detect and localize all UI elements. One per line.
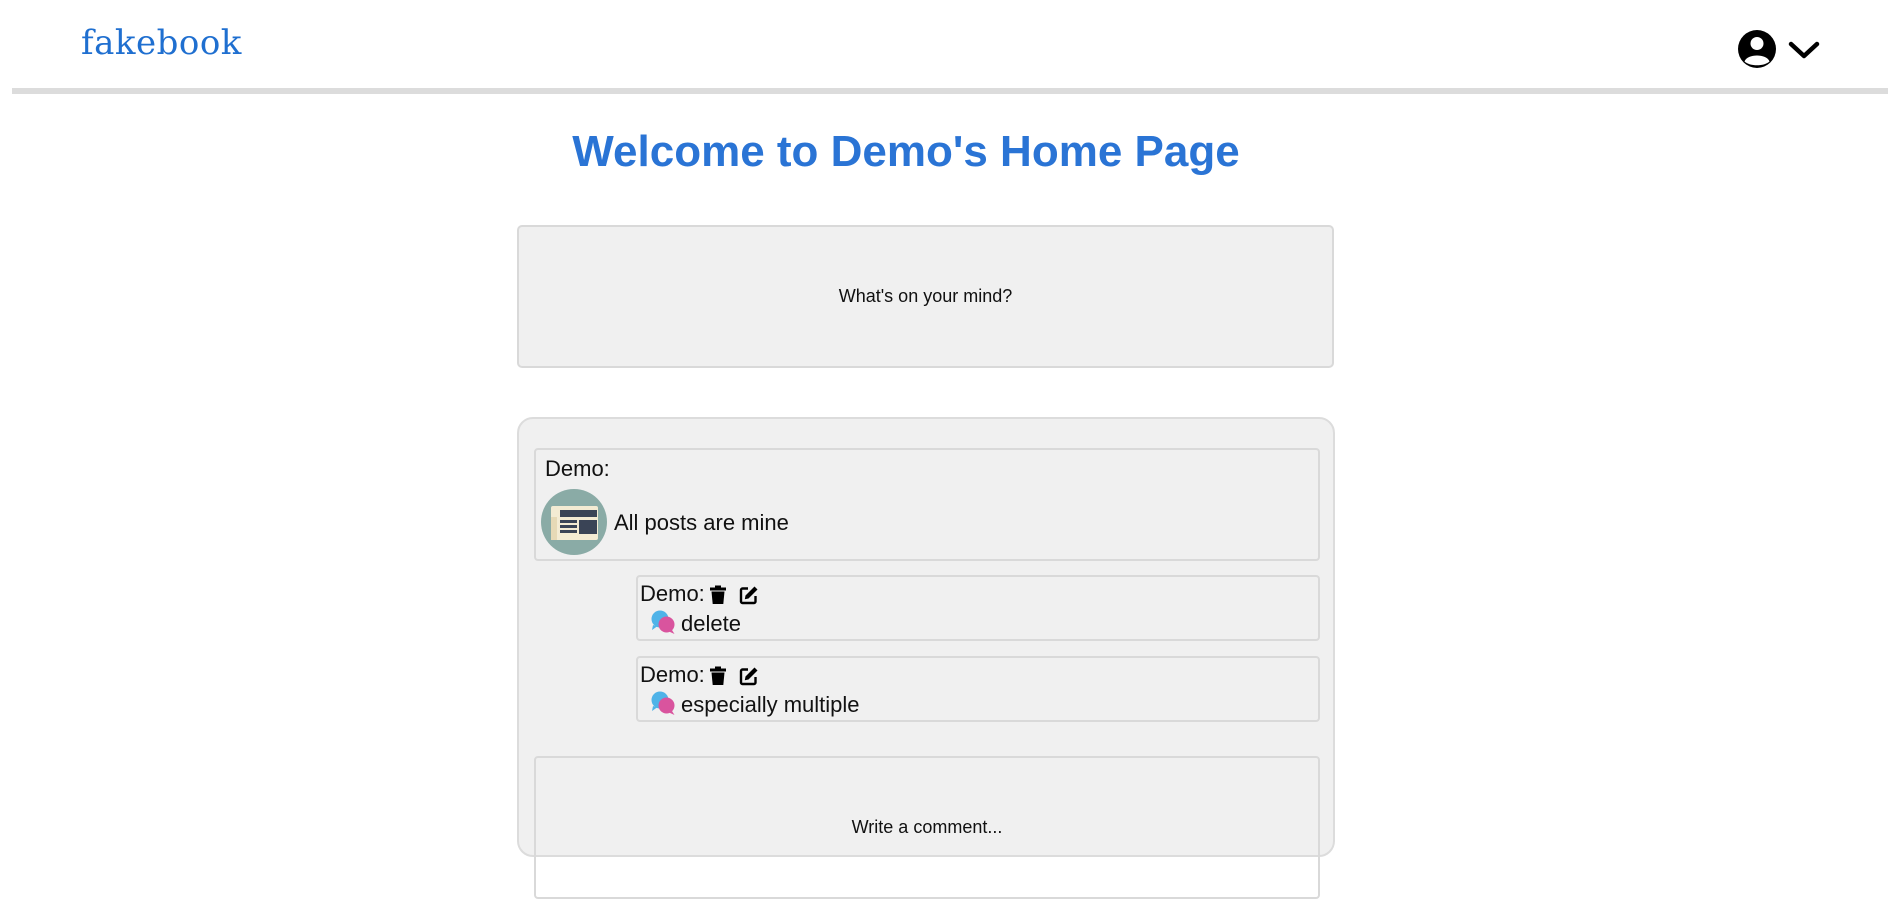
post-author: Demo: [545,456,610,481]
post-body: All posts are mine [614,510,789,535]
trash-icon[interactable] [708,666,728,686]
comment-text: delete [681,611,741,636]
trash-icon[interactable] [708,585,728,605]
comment: Demo: delete [636,575,1320,641]
user-circle-icon [1738,30,1776,68]
edit-icon[interactable] [739,585,759,605]
comment-input[interactable]: Write a comment... [534,756,1320,899]
fakebook-logo[interactable]: fakebook [81,23,242,63]
new-post-input[interactable]: What's on your mind? [517,225,1334,368]
chat-bubbles-icon [651,610,675,634]
page-title: Welcome to Demo's Home Page [572,127,1240,176]
post-card: Demo: All posts are mine Demo: delete De… [517,417,1335,899]
comment-author: Demo: [640,581,705,606]
comment: Demo: especially multiple [636,656,1320,722]
comment-text: especially multiple [681,692,860,717]
post: Demo: All posts are mine [534,448,1320,561]
chat-bubbles-icon [651,691,675,715]
edit-icon[interactable] [739,666,759,686]
comment-author: Demo: [640,662,705,687]
newspaper-icon [541,489,607,555]
profile-menu-button[interactable] [1736,28,1822,70]
top-navigation-bar: fakebook [12,0,1888,94]
chevron-down-icon [1788,41,1820,59]
